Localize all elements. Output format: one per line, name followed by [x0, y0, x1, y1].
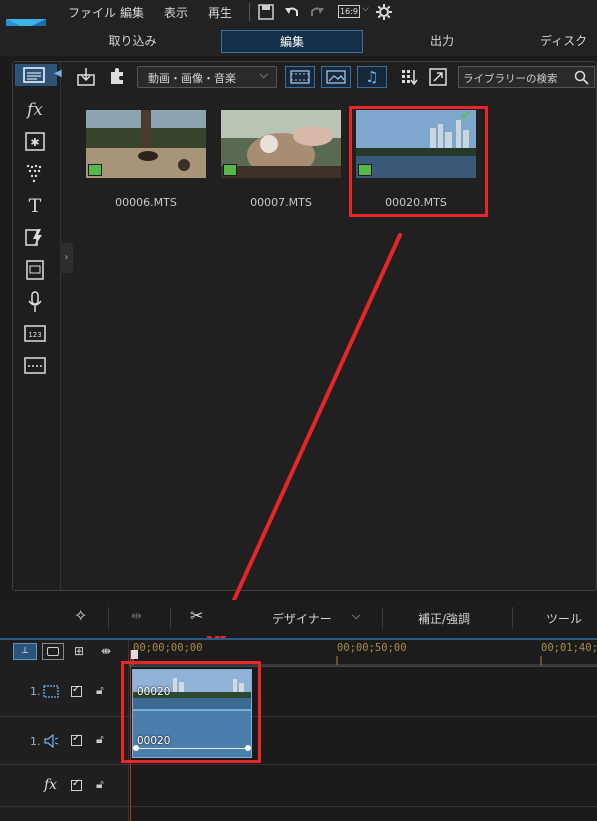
timecode-label: 00;00;00;00 [133, 642, 203, 654]
chevron-down-icon[interactable]: ⌵ [352, 609, 360, 623]
track-enable-checkbox[interactable]: ✓ [71, 733, 82, 746]
track-divider [0, 716, 597, 717]
timeline-view-button[interactable]: ⊥ [13, 643, 37, 660]
track-divider [0, 764, 597, 765]
tools-menu[interactable]: ツール [546, 610, 582, 627]
lock-icon[interactable]: 🔓︎ [96, 732, 104, 747]
video-track-icon [43, 685, 59, 698]
toolbar-divider [382, 607, 383, 629]
storyboard-view-button[interactable] [42, 643, 64, 660]
timecode-label: 00;00;50;00 [337, 642, 407, 654]
audio-track-icon [44, 734, 59, 748]
track-divider [0, 806, 597, 807]
track-enable-checkbox[interactable]: ✓ [71, 778, 82, 791]
toolbar-divider [108, 607, 109, 629]
timecode-label: 00;01;40; [541, 642, 597, 654]
designer-menu[interactable]: デザイナー [272, 610, 332, 627]
track-number: 1. [30, 685, 41, 698]
lock-icon[interactable]: 🔓︎ [96, 777, 104, 792]
fx-track-icon: fx [44, 777, 58, 793]
toolbar-divider [512, 607, 513, 629]
lock-icon[interactable]: 🔓︎ [96, 683, 104, 698]
track-manager-icon[interactable]: ⊞ [74, 644, 84, 658]
scissors-icon[interactable]: ✂ [190, 606, 203, 625]
fit-timeline-icon[interactable]: ⇼ [101, 644, 111, 658]
correction-menu[interactable]: 補正/強調 [418, 610, 470, 627]
track-number: 1. [30, 735, 41, 748]
playhead-handle[interactable] [131, 650, 138, 659]
toolbar-divider [170, 607, 171, 629]
split-icon[interactable]: ⇹ [131, 609, 142, 624]
track-enable-checkbox[interactable]: ✓ [71, 684, 82, 697]
highlight-box [121, 661, 261, 763]
magic-icon[interactable]: ✧ [74, 606, 87, 625]
track-header-column [0, 640, 129, 821]
